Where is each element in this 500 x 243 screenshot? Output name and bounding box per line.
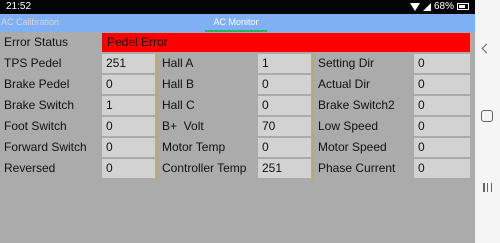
monitor-row: Reversed 0 Controller Temp 251 Phase Cur… bbox=[0, 159, 475, 180]
field-label: Foot Switch bbox=[4, 119, 67, 133]
error-status-row: Error Status Pedel Error bbox=[0, 33, 475, 54]
field-value: 0 bbox=[102, 159, 155, 178]
field-value: 0 bbox=[258, 75, 311, 94]
field-label: Setting Dir bbox=[318, 56, 375, 70]
field-value: 0 bbox=[414, 54, 470, 73]
tab-ac-monitor[interactable]: AC Monitor bbox=[205, 14, 267, 32]
field-value: 1 bbox=[258, 54, 311, 73]
field-label: Reversed bbox=[4, 161, 56, 175]
monitor-row: TPS Pedel 251 Hall A 1 Setting Dir 0 bbox=[0, 54, 475, 75]
monitor-row: Foot Switch 0 B+ Volt 70 Low Speed 0 bbox=[0, 117, 475, 138]
field-value: 0 bbox=[102, 117, 155, 136]
home-icon[interactable] bbox=[481, 110, 493, 122]
field-label: Hall B bbox=[162, 77, 195, 91]
battery-percent: 68% bbox=[433, 1, 454, 12]
field-label: Brake Switch bbox=[4, 98, 75, 112]
field-label: Phase Current bbox=[318, 161, 396, 175]
field-label: Brake Switch2 bbox=[318, 98, 395, 112]
status-icons: 68% bbox=[409, 1, 469, 12]
field-label: Motor Temp bbox=[162, 140, 226, 154]
field-value: 0 bbox=[414, 96, 470, 115]
field-label: Brake Pedel bbox=[4, 77, 70, 91]
field-label: Actual Dir bbox=[318, 77, 371, 91]
tab-bar: AC Calibration AC Monitor bbox=[0, 14, 475, 32]
field-label: Low Speed bbox=[318, 119, 379, 133]
field-value: 1 bbox=[102, 96, 155, 115]
field-label: Motor Speed bbox=[318, 140, 387, 154]
field-value: 251 bbox=[258, 159, 311, 178]
field-value: 0 bbox=[414, 138, 470, 157]
field-label: B+ Volt bbox=[162, 119, 204, 133]
navigation-bar bbox=[475, 0, 500, 243]
tab-ac-calibration[interactable]: AC Calibration bbox=[1, 14, 59, 32]
field-label: Forward Switch bbox=[4, 140, 87, 154]
field-label: Hall A bbox=[162, 56, 194, 70]
field-value: 0 bbox=[414, 75, 470, 94]
monitor-panel: Error Status Pedel Error TPS Pedel 251 H… bbox=[0, 33, 475, 243]
back-icon[interactable] bbox=[481, 43, 492, 54]
error-status-label: Error Status bbox=[4, 35, 69, 49]
error-status-value: Pedel Error bbox=[102, 33, 470, 52]
field-value: 0 bbox=[258, 96, 311, 115]
battery-icon bbox=[457, 3, 469, 10]
monitor-row: Forward Switch 0 Motor Temp 0 Motor Spee… bbox=[0, 138, 475, 159]
field-value: 70 bbox=[258, 117, 311, 136]
field-value: 0 bbox=[258, 138, 311, 157]
field-label: TPS Pedel bbox=[4, 56, 62, 70]
field-label: Controller Temp bbox=[162, 161, 247, 175]
field-value: 0 bbox=[414, 159, 470, 178]
field-label: Hall C bbox=[162, 98, 195, 112]
field-value: 0 bbox=[102, 138, 155, 157]
wifi-icon bbox=[409, 2, 420, 11]
recents-icon[interactable] bbox=[483, 183, 492, 192]
status-bar: 21:52 68% bbox=[0, 0, 475, 14]
monitor-row: Brake Pedel 0 Hall B 0 Actual Dir 0 bbox=[0, 75, 475, 96]
field-value: 251 bbox=[102, 54, 155, 73]
monitor-row: Brake Switch 1 Hall C 0 Brake Switch2 0 bbox=[0, 96, 475, 117]
signal-icon bbox=[422, 2, 431, 11]
field-value: 0 bbox=[102, 75, 155, 94]
field-value: 0 bbox=[414, 117, 470, 136]
clock: 21:52 bbox=[6, 1, 32, 12]
